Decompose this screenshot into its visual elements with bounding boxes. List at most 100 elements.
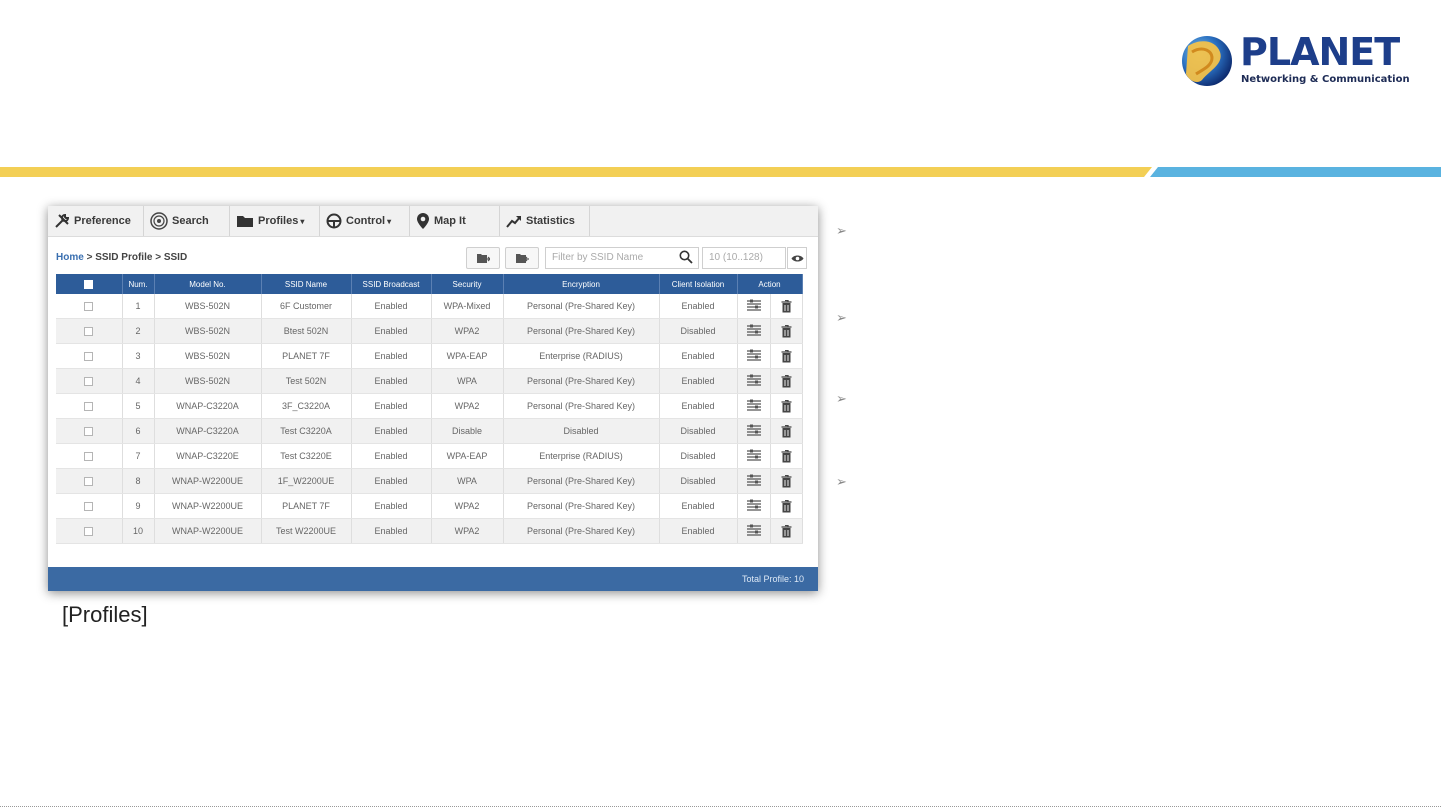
- row-select-cell[interactable]: [56, 468, 123, 494]
- ssid-name-cell: 6F Customer: [261, 294, 352, 319]
- delete-icon[interactable]: [771, 319, 802, 343]
- row-select-cell[interactable]: [56, 368, 123, 394]
- search-icon[interactable]: [679, 250, 693, 264]
- delete-icon[interactable]: [771, 444, 802, 468]
- isolation-cell: Enabled: [659, 493, 738, 519]
- security-cell: Disable: [431, 418, 504, 444]
- column-toggle-button[interactable]: [787, 247, 807, 269]
- encryption-cell: Disabled: [503, 418, 660, 444]
- row-checkbox[interactable]: [84, 452, 94, 462]
- encryption-cell: Personal (Pre-Shared Key): [503, 393, 660, 419]
- security-cell: WPA-Mixed: [431, 294, 504, 319]
- row-select-cell[interactable]: [56, 518, 123, 544]
- delete-icon[interactable]: [771, 494, 802, 518]
- row-select-cell[interactable]: [56, 318, 123, 344]
- delete-icon[interactable]: [771, 369, 802, 393]
- table-row[interactable]: 8 WNAP-W2200UE 1F_W2200UE Enabled WPA Persona…: [56, 468, 803, 494]
- isolation-cell: Enabled: [659, 343, 738, 369]
- edit-settings-icon[interactable]: [738, 369, 771, 393]
- model-cell: WBS-502N: [154, 368, 262, 394]
- row-checkbox[interactable]: [84, 502, 94, 512]
- column-header[interactable]: Client Isolation: [659, 274, 738, 294]
- row-checkbox[interactable]: [84, 477, 94, 487]
- blue-stripe: [1150, 167, 1441, 177]
- edit-settings-icon[interactable]: [738, 344, 771, 368]
- column-header[interactable]: Num.: [122, 274, 155, 294]
- delete-icon[interactable]: [771, 469, 802, 493]
- num-cell: 2: [122, 318, 155, 344]
- table-row[interactable]: 1 WBS-502N 6F Customer Enabled WPA-Mixed Pers…: [56, 294, 803, 319]
- ssid-name-cell: 3F_C3220A: [261, 393, 352, 419]
- nav-profiles[interactable]: Profiles ▾: [230, 206, 320, 236]
- table-row[interactable]: 2 WBS-502N Btest 502N Enabled WPA2 Personal (…: [56, 318, 803, 344]
- row-select-cell[interactable]: [56, 493, 123, 519]
- delete-icon[interactable]: [771, 519, 802, 543]
- nav-map-it[interactable]: Map It: [410, 206, 500, 236]
- action-cell: [737, 343, 803, 369]
- ssid-filter-input[interactable]: Filter by SSID Name: [545, 247, 699, 269]
- table-row[interactable]: 7 WNAP-C3220E Test C3220E Enabled WPA-EAP Ent…: [56, 443, 803, 469]
- table-row[interactable]: 5 WNAP-C3220A 3F_C3220A Enabled WPA2 Personal…: [56, 393, 803, 419]
- edit-settings-icon[interactable]: [738, 294, 771, 318]
- delete-icon[interactable]: [771, 394, 802, 418]
- isolation-cell: Enabled: [659, 294, 738, 319]
- breadcrumb-home[interactable]: Home: [56, 252, 84, 263]
- row-checkbox[interactable]: [84, 352, 94, 362]
- row-select-cell[interactable]: [56, 343, 123, 369]
- column-header[interactable]: SSID Name: [261, 274, 352, 294]
- folder-icon: [237, 216, 253, 227]
- import-button[interactable]: [505, 247, 539, 269]
- security-cell: WPA: [431, 368, 504, 394]
- delete-icon[interactable]: [771, 419, 802, 443]
- nav-control[interactable]: Control ▾: [320, 206, 410, 236]
- select-all-header[interactable]: [56, 274, 123, 294]
- row-checkbox[interactable]: [84, 377, 94, 387]
- ssid-name-cell: Test 502N: [261, 368, 352, 394]
- row-select-cell[interactable]: [56, 393, 123, 419]
- table-row[interactable]: 3 WBS-502N PLANET 7F Enabled WPA-EAP Enterpri…: [56, 343, 803, 369]
- nav-search[interactable]: Search: [144, 206, 230, 236]
- model-cell: WBS-502N: [154, 318, 262, 344]
- nav-preference[interactable]: Preference: [48, 206, 144, 236]
- row-checkbox[interactable]: [84, 527, 94, 537]
- row-checkbox[interactable]: [84, 327, 94, 337]
- row-checkbox[interactable]: [84, 402, 94, 412]
- edit-settings-icon[interactable]: [738, 419, 771, 443]
- delete-icon[interactable]: [771, 294, 802, 318]
- nav-statistics[interactable]: Statistics: [500, 206, 590, 236]
- column-header[interactable]: Model No.: [154, 274, 262, 294]
- row-select-cell[interactable]: [56, 443, 123, 469]
- column-header[interactable]: SSID Broadcast: [351, 274, 432, 294]
- chevron-down-icon: ▾: [387, 216, 392, 226]
- export-button[interactable]: [466, 247, 500, 269]
- edit-settings-icon[interactable]: [738, 519, 771, 543]
- broadcast-cell: Enabled: [351, 393, 432, 419]
- delete-icon[interactable]: [771, 344, 802, 368]
- column-header[interactable]: Security: [431, 274, 504, 294]
- row-checkbox[interactable]: [84, 302, 94, 312]
- edit-settings-icon[interactable]: [738, 394, 771, 418]
- broadcast-cell: Enabled: [351, 418, 432, 444]
- row-checkbox[interactable]: [84, 427, 94, 437]
- table-row[interactable]: 10 WNAP-W2200UE Test W2200UE Enabled WPA2 Per…: [56, 518, 803, 544]
- table-row[interactable]: 4 WBS-502N Test 502N Enabled WPA Personal (Pr…: [56, 368, 803, 394]
- table-row[interactable]: 9 WNAP-W2200UE PLANET 7F Enabled WPA2 Persona…: [56, 493, 803, 519]
- select-all-checkbox[interactable]: [84, 279, 94, 289]
- page-size-input[interactable]: 10 (10..128): [702, 247, 786, 269]
- edit-settings-icon[interactable]: [738, 494, 771, 518]
- row-select-cell[interactable]: [56, 418, 123, 444]
- edit-settings-icon[interactable]: [738, 319, 771, 343]
- column-header[interactable]: Encryption: [503, 274, 660, 294]
- model-cell: WNAP-W2200UE: [154, 518, 262, 544]
- table-row[interactable]: 6 WNAP-C3220A Test C3220A Enabled Disable Dis…: [56, 418, 803, 444]
- num-cell: 8: [122, 468, 155, 494]
- num-cell: 6: [122, 418, 155, 444]
- broadcast-cell: Enabled: [351, 294, 432, 319]
- column-header: Action: [737, 274, 803, 294]
- security-cell: WPA2: [431, 493, 504, 519]
- edit-settings-icon[interactable]: [738, 444, 771, 468]
- edit-settings-icon[interactable]: [738, 469, 771, 493]
- steering-icon: [326, 213, 342, 229]
- row-select-cell[interactable]: [56, 294, 123, 319]
- ssid-name-cell: Test W2200UE: [261, 518, 352, 544]
